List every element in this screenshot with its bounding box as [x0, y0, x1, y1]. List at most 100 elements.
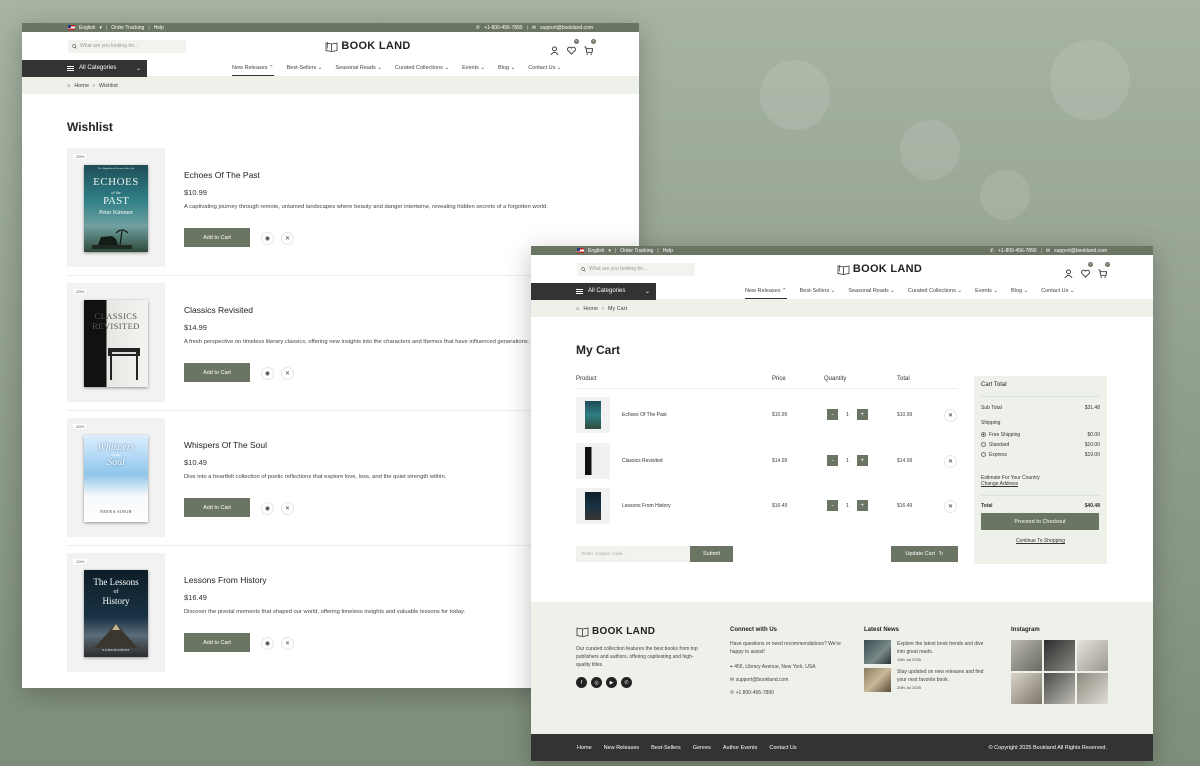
product-name[interactable]: Lessons From History — [184, 575, 267, 585]
proceed-to-checkout-button[interactable]: Proceed to Checkout — [981, 513, 1099, 530]
product-thumbnail[interactable] — [576, 397, 610, 433]
update-cart-button[interactable]: Update Cart ↻ — [891, 546, 958, 562]
account-icon[interactable] — [550, 42, 559, 55]
nav-curated-collections[interactable]: Curated Collections ⌄ — [908, 286, 962, 296]
footer-link-contact-us[interactable]: Contact Us — [769, 745, 796, 751]
nav-blog[interactable]: Blog ⌄ — [498, 63, 515, 73]
account-icon[interactable] — [1064, 265, 1073, 278]
whatsapp-icon[interactable]: ✆ — [621, 677, 632, 688]
submit-coupon-button[interactable]: Submit — [690, 546, 733, 562]
remove-close-icon[interactable]: ✕ — [281, 232, 294, 245]
instagram-photo[interactable] — [1011, 673, 1042, 704]
instagram-photo[interactable] — [1077, 673, 1108, 704]
quick-view-eye-icon[interactable]: ◉ — [261, 502, 274, 515]
product-thumbnail[interactable]: -40% Whispers of the Soul NEENA SINGH — [67, 418, 165, 537]
footer-link-home[interactable]: Home — [577, 745, 592, 751]
minus-button[interactable]: - — [827, 500, 838, 511]
news-item[interactable]: Stay updated on new releases and find yo… — [864, 668, 992, 692]
nav-contact-us[interactable]: Contact Us ⌄ — [1041, 286, 1074, 296]
quantity-value[interactable]: 1 — [846, 458, 849, 464]
product-name[interactable]: Classics Revisited — [622, 458, 663, 464]
instagram-photo[interactable] — [1044, 673, 1075, 704]
instagram-photo[interactable] — [1077, 640, 1108, 671]
product-thumbnail[interactable] — [576, 443, 610, 479]
nav-events[interactable]: Events ⌄ — [462, 63, 485, 73]
help-link[interactable]: Help — [663, 248, 673, 254]
footer-logo[interactable]: BOOK LAND — [576, 626, 701, 637]
nav-best-sellers[interactable]: Best-Sellers ⌄ — [800, 286, 836, 296]
language-select[interactable]: English — [588, 248, 604, 254]
nav-blog[interactable]: Blog ⌄ — [1011, 286, 1028, 296]
quantity-value[interactable]: 1 — [846, 503, 849, 509]
remove-close-icon[interactable]: ✕ — [944, 455, 957, 468]
remove-close-icon[interactable]: ✕ — [944, 500, 957, 513]
footer-phone[interactable]: +1 800-456-7890 — [736, 690, 774, 696]
product-thumbnail[interactable]: -10% The Lessons of History SANKHADEEP — [67, 553, 165, 672]
nav-new-releases[interactable]: New Releases ⌃ — [745, 286, 787, 299]
nav-best-sellers[interactable]: Best-Sellers ⌄ — [287, 63, 323, 73]
help-link[interactable]: Help — [154, 25, 164, 31]
nav-seasonal-reads[interactable]: Seasonal Reads ⌄ — [848, 286, 895, 296]
remove-close-icon[interactable]: ✕ — [281, 502, 294, 515]
nav-curated-collections[interactable]: Curated Collections ⌄ — [395, 63, 449, 73]
order-tracking-link[interactable]: Order Tracking — [620, 248, 653, 254]
footer-link-new-releases[interactable]: New Releases — [604, 745, 639, 751]
footer-link-genres[interactable]: Genres — [693, 745, 711, 751]
logo[interactable]: BOOK LAND — [325, 40, 410, 52]
radio[interactable] — [981, 452, 986, 458]
plus-button[interactable]: + — [856, 409, 868, 420]
shipping-option-standard[interactable]: Standard $10.00 — [981, 442, 1100, 448]
quick-view-eye-icon[interactable]: ◉ — [261, 232, 274, 245]
search-input[interactable]: What are you looking for... — [68, 39, 186, 53]
breadcrumb-home[interactable]: Home — [74, 83, 89, 89]
cart-icon[interactable]: 0 — [584, 38, 596, 55]
shipping-option-free[interactable]: Free Shipping $0.00 — [981, 432, 1100, 438]
product-name[interactable]: Classics Revisited — [184, 305, 253, 315]
nav-new-releases[interactable]: New Releases ⌃ — [232, 63, 274, 76]
product-name[interactable]: Whispers Of The Soul — [184, 440, 267, 450]
nav-contact-us[interactable]: Contact Us ⌄ — [528, 63, 561, 73]
cart-icon[interactable]: 0 — [1098, 261, 1110, 278]
product-name[interactable]: Echoes Of The Past — [622, 412, 667, 418]
all-categories-button[interactable]: All Categories ⌄ — [22, 59, 147, 77]
continue-shopping-link[interactable]: Continue To Shopping — [981, 538, 1100, 544]
product-name[interactable]: Echoes Of The Past — [184, 170, 260, 180]
product-thumbnail[interactable]: -20% CLASSICS REVISITED — [67, 283, 165, 402]
facebook-icon[interactable]: f — [576, 677, 587, 688]
nav-events[interactable]: Events ⌄ — [975, 286, 998, 296]
add-to-cart-button[interactable]: Add to Cart — [184, 498, 250, 517]
footer-link-best-sellers[interactable]: Best-Sellers — [651, 745, 681, 751]
product-thumbnail[interactable] — [576, 488, 610, 524]
news-item[interactable]: Explore the latest book trends and dive … — [864, 640, 992, 664]
wishlist-heart-icon[interactable]: 0 — [1081, 261, 1093, 278]
nav-seasonal-reads[interactable]: Seasonal Reads ⌄ — [335, 63, 382, 73]
minus-button[interactable]: - — [827, 409, 838, 420]
search-input[interactable]: What are you looking for... — [577, 262, 695, 276]
change-address-link[interactable]: Change Address — [981, 481, 1100, 496]
product-name[interactable]: Lessons From History — [622, 503, 671, 509]
quick-view-eye-icon[interactable]: ◉ — [261, 367, 274, 380]
remove-close-icon[interactable]: ✕ — [281, 367, 294, 380]
minus-button[interactable]: - — [827, 455, 838, 466]
quantity-value[interactable]: 1 — [846, 412, 849, 418]
logo[interactable]: BOOK LAND — [837, 263, 922, 275]
instagram-photo[interactable] — [1044, 640, 1075, 671]
footer-email[interactable]: support@bookland.com — [736, 677, 789, 683]
quick-view-eye-icon[interactable]: ◉ — [261, 637, 274, 650]
wishlist-heart-icon[interactable]: 0 — [567, 38, 579, 55]
footer-link-author-events[interactable]: Author Events — [723, 745, 758, 751]
language-select[interactable]: English — [79, 25, 95, 31]
coupon-input[interactable]: Enter coupon code... — [576, 546, 690, 562]
plus-button[interactable]: + — [856, 455, 868, 466]
remove-close-icon[interactable]: ✕ — [944, 409, 957, 422]
instagram-icon[interactable]: ◎ — [591, 677, 602, 688]
add-to-cart-button[interactable]: Add to Cart — [184, 633, 250, 652]
shipping-option-express[interactable]: Express $19.00 — [981, 452, 1100, 458]
all-categories-button[interactable]: All Categories ⌄ — [531, 282, 656, 300]
radio-selected[interactable] — [981, 432, 986, 438]
radio[interactable] — [981, 442, 986, 448]
remove-close-icon[interactable]: ✕ — [281, 637, 294, 650]
product-thumbnail[interactable]: -20% The Magnificent Cinema of the Past … — [67, 148, 165, 267]
instagram-photo[interactable] — [1011, 640, 1042, 671]
order-tracking-link[interactable]: Order Tracking — [111, 25, 144, 31]
